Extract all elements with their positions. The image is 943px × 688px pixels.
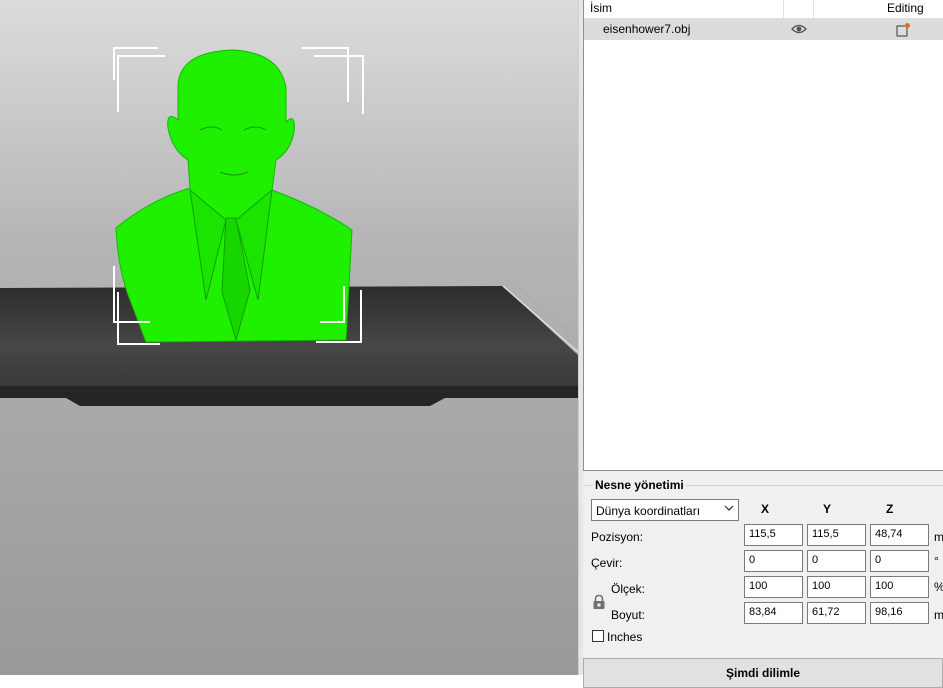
position-label: Pozisyon:	[591, 530, 644, 544]
coordinate-system-value: Dünya koordinatları	[596, 504, 701, 518]
scale-x-input[interactable]: 100	[744, 576, 803, 598]
position-y-input[interactable]: 115,5	[807, 524, 866, 546]
3d-scene[interactable]	[0, 0, 578, 675]
chevron-down-icon	[724, 505, 734, 511]
size-x-input[interactable]: 83,84	[744, 602, 803, 624]
inches-label: Inches	[607, 630, 643, 644]
axis-x-label: X	[761, 502, 770, 516]
bust-model[interactable]	[115, 49, 353, 343]
scale-y-input[interactable]: 100	[807, 576, 866, 598]
object-name: eisenhower7.obj	[603, 22, 691, 36]
object-list[interactable]: İsim Editing eisenhower7.obj	[583, 0, 943, 471]
rotation-unit: °	[934, 554, 939, 568]
inches-checkbox[interactable]	[592, 630, 604, 642]
coordinate-system-select[interactable]: Dünya koordinatları	[591, 499, 739, 521]
scale-z-input[interactable]: 100	[870, 576, 929, 598]
rotation-x-input[interactable]: 0	[744, 550, 803, 572]
right-panel: İsim Editing eisenhower7.obj Nesne yönet…	[583, 0, 943, 688]
rotation-y-input[interactable]: 0	[807, 550, 866, 572]
size-unit: m	[934, 608, 943, 622]
column-name-header[interactable]: İsim	[590, 1, 612, 15]
position-z-input[interactable]: 48,74	[870, 524, 929, 546]
edit-settings-icon[interactable]	[895, 22, 911, 38]
axis-z-label: Z	[886, 502, 894, 516]
print-bed-edge	[0, 386, 578, 406]
eye-icon[interactable]	[791, 22, 807, 36]
position-unit: m	[934, 530, 943, 544]
size-z-input[interactable]: 98,16	[870, 602, 929, 624]
object-manipulation-panel: Nesne yönetimi Dünya koordinatları X Y Z…	[583, 472, 943, 662]
column-editing-header[interactable]: Editing	[887, 1, 924, 15]
manipulation-title: Nesne yönetimi	[593, 478, 686, 492]
column-separator	[813, 0, 814, 18]
slice-now-button[interactable]: Şimdi dilimle	[583, 658, 943, 688]
size-label: Boyut:	[611, 608, 646, 622]
position-x-input[interactable]: 115,5	[744, 524, 803, 546]
scale-unit: %	[934, 580, 943, 594]
rotation-label: Çevir:	[591, 556, 623, 570]
3d-viewport[interactable]	[0, 0, 578, 675]
lock-icon[interactable]	[592, 594, 606, 610]
scale-label: Ölçek:	[611, 582, 646, 596]
column-separator	[783, 0, 784, 18]
object-list-item[interactable]: eisenhower7.obj	[584, 19, 943, 40]
size-y-input[interactable]: 61,72	[807, 602, 866, 624]
object-list-header: İsim Editing	[584, 0, 943, 19]
axis-y-label: Y	[823, 502, 832, 516]
rotation-z-input[interactable]: 0	[870, 550, 929, 572]
